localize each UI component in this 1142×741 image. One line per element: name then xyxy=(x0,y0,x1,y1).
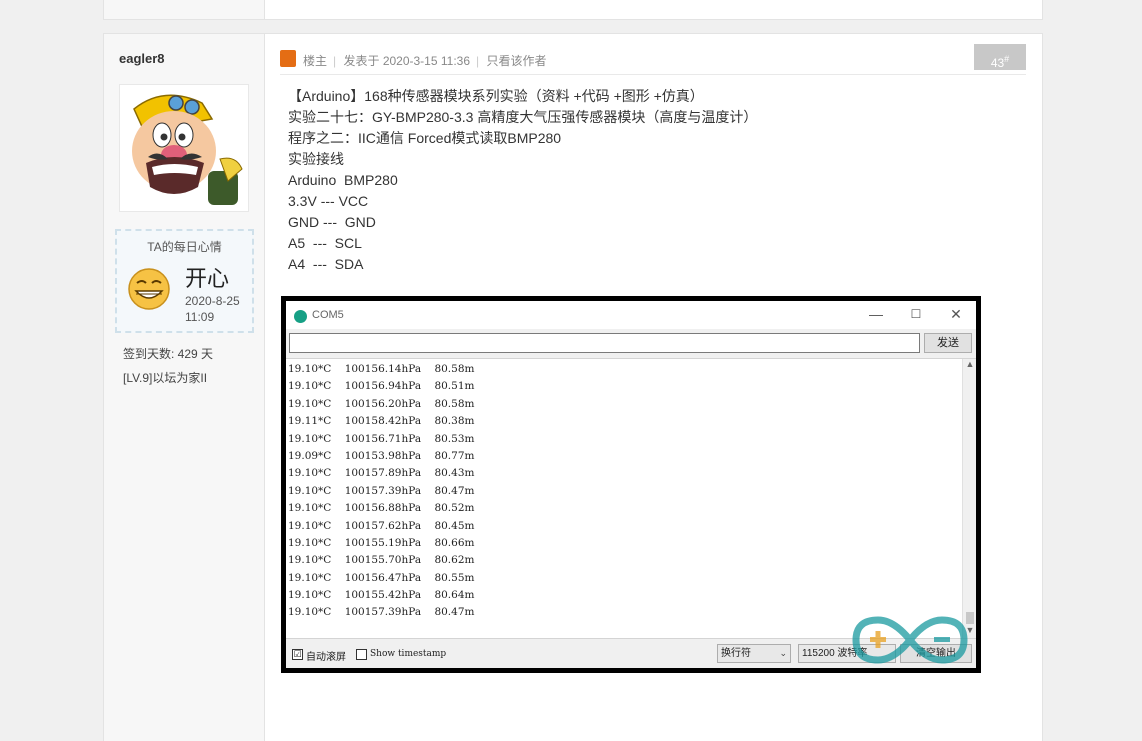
close-icon: ✕ xyxy=(950,306,962,322)
serial-monitor-screenshot[interactable]: COM5 — ☐ ✕ 发送 19.10*C 100156.14hPa 80.58… xyxy=(281,296,981,673)
serial-line: 19.10*C 100157.39hPa 80.47m xyxy=(288,484,475,497)
timestamp-label: Show timestamp xyxy=(370,649,447,659)
content-line: Arduino BMP280 xyxy=(288,172,398,188)
daily-mood-box: TA的每日心情 开心 2020-8-25 11:09 xyxy=(115,229,254,333)
content-line: 【Arduino】168种传感器模块系列实验（资料 +代码 +图形 +仿真） xyxy=(288,88,704,104)
serial-monitor-window: COM5 — ☐ ✕ 发送 19.10*C 100156.14hPa 80.58… xyxy=(286,301,976,668)
post-header: 楼主 | 发表于 2020-3-15 11:36 | 只看该作者 43# xyxy=(280,44,1026,75)
floor-number: 43 xyxy=(990,56,1005,70)
line-ending-value: 换行符 xyxy=(721,648,751,659)
sign-in-days: 签到天数: 429 天 xyxy=(123,347,214,361)
serial-output: 19.10*C 100156.14hPa 80.58m 19.10*C 10015… xyxy=(286,359,962,638)
content-line: 实验二十七：GY-BMP280-3.3 高精度大气压强传感器模块（高度与温度计） xyxy=(288,109,758,125)
minimize-icon: — xyxy=(869,306,883,322)
send-input xyxy=(289,333,920,353)
floor-number-badge[interactable]: 43# xyxy=(974,44,1026,70)
content-line: 实验接线 xyxy=(288,151,344,167)
content-line: A4 --- SDA xyxy=(288,256,364,272)
serial-line: 19.10*C 100157.62hPa 80.45m xyxy=(288,519,475,532)
mood-title: TA的每日心情 xyxy=(147,240,222,254)
serial-line: 19.10*C 100155.70hPa 80.62m xyxy=(288,554,475,567)
serial-line: 19.10*C 100156.71hPa 80.53m xyxy=(288,432,475,445)
line-ending-select: 换行符 ⌄ xyxy=(717,644,791,663)
serial-line: 19.10*C 100155.19hPa 80.66m xyxy=(288,536,475,549)
post-meta: 楼主 | 发表于 2020-3-15 11:36 | 只看该作者 xyxy=(303,54,547,68)
timestamp-checkbox xyxy=(356,649,367,660)
chevron-down-icon: ⌄ xyxy=(779,648,787,658)
serial-line: 19.10*C 100156.88hPa 80.52m xyxy=(288,502,475,515)
serial-scrollbar: ▲ ▼ xyxy=(962,359,976,638)
window-titlebar: COM5 — ☐ ✕ xyxy=(286,301,976,329)
arduino-watermark-logo xyxy=(852,616,968,664)
arduino-icon xyxy=(294,310,307,323)
user-level[interactable]: [LV.9]以坛为家II xyxy=(123,369,207,386)
floor-sup: # xyxy=(1004,54,1010,64)
previous-post xyxy=(103,0,1043,20)
content-line: 3.3V --- VCC xyxy=(288,193,369,209)
thread-starter-icon xyxy=(280,50,296,67)
forum-post: eagler8 TA的每日心情 开心 2020-8-25 11:09 签到天数:… xyxy=(103,33,1043,741)
previous-post-sidebar xyxy=(104,0,265,19)
serial-line: 19.10*C 100156.20hPa 80.58m xyxy=(288,397,475,410)
content-line: GND --- GND xyxy=(288,214,376,230)
avatar-image xyxy=(124,89,244,207)
content-line: A5 --- SCL xyxy=(288,235,362,251)
content-line: 程序之二：IIC通信 Forced模式读取BMP280 xyxy=(288,130,562,146)
autoscroll-checkbox: ☑ xyxy=(292,649,303,660)
post-date: 发表于 2020-3-15 11:36 xyxy=(343,54,471,68)
avatar[interactable] xyxy=(119,84,249,212)
maximize-icon: ☐ xyxy=(910,307,922,321)
author-sidebar: eagler8 TA的每日心情 开心 2020-8-25 11:09 签到天数:… xyxy=(104,34,265,741)
serial-line: 19.10*C 100156.14hPa 80.58m xyxy=(288,363,475,375)
serial-line: 19.10*C 100157.89hPa 80.43m xyxy=(288,467,475,480)
post-content: 【Arduino】168种传感器模块系列实验（资料 +代码 +图形 +仿真） 实… xyxy=(288,86,757,275)
thread-starter-label: 楼主 xyxy=(303,54,328,68)
send-row: 发送 xyxy=(286,329,976,359)
author-username[interactable]: eagler8 xyxy=(119,51,165,66)
autoscroll-label: 自动滚屏 xyxy=(306,652,346,663)
serial-line: 19.10*C 100155.42hPa 80.64m xyxy=(288,589,475,602)
serial-line: 19.11*C 100158.42hPa 80.38m xyxy=(288,415,475,428)
serial-line: 19.09*C 100153.98hPa 80.77m xyxy=(288,449,475,462)
scroll-up-icon: ▲ xyxy=(965,359,975,369)
happy-face-icon xyxy=(128,268,170,310)
send-button: 发送 xyxy=(924,333,972,353)
window-title: COM5 xyxy=(312,309,344,321)
serial-line: 19.10*C 100156.47hPa 80.55m xyxy=(288,571,475,584)
only-author-link[interactable]: 只看该作者 xyxy=(486,54,546,68)
mood-date: 2020-8-25 11:09 xyxy=(185,294,240,324)
serial-line: 19.10*C 100156.94hPa 80.51m xyxy=(288,380,475,393)
mood-text: 开心 xyxy=(185,266,230,291)
